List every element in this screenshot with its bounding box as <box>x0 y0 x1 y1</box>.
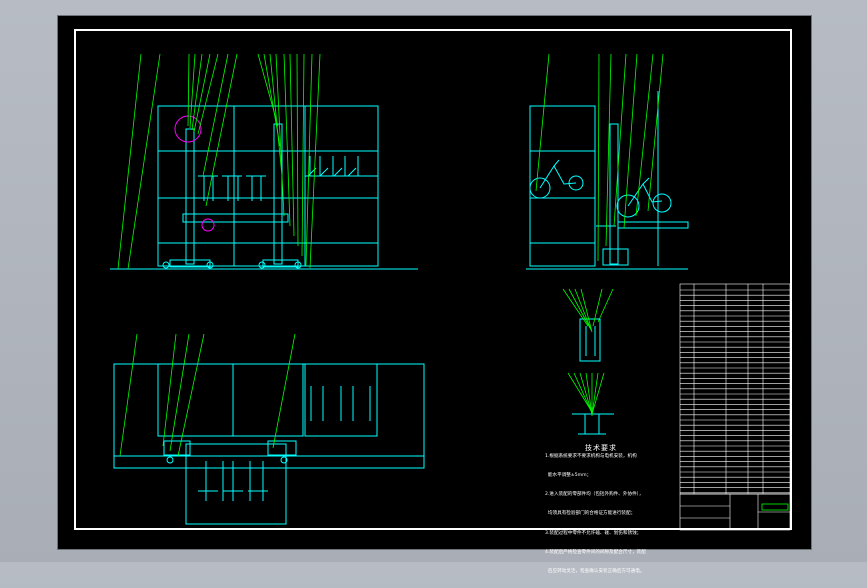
note-line: 后应转动灵活，检查确认安装正确后方可通电。 <box>545 569 645 575</box>
top-view <box>113 363 425 525</box>
technical-requirements-text: 1.根据系统要求不要求机构与电机安装，机构 能水平调整±5mm； 2.进入装配的… <box>545 441 675 588</box>
drawing-canvas <box>110 53 791 531</box>
note-line: 4.装配后严格检查零件间的间隙及配合尺寸，装配 <box>545 549 646 555</box>
note-line: 2.进入装配的零部件均（包括外购件、外协件）， <box>545 492 644 498</box>
front-view <box>110 105 418 270</box>
title-block <box>679 493 791 531</box>
note-line: 能水平调整±5mm； <box>545 473 592 479</box>
detail-views <box>572 318 614 435</box>
note-line: 1.根据系统要求不要求机构与电机安装，机构 <box>545 453 637 459</box>
note-line: 均须具有检验部门的合格证方能进行装配； <box>545 511 636 517</box>
parts-list <box>679 283 791 495</box>
side-view <box>526 91 689 270</box>
cad-drawing-sheet: 技术要求 1.根据系统要求不要求机构与电机安装，机构 能水平调整±5mm； 2.… <box>57 15 812 574</box>
note-line: 3.装配过程中零件不允许磕、碰、划伤和锈蚀； <box>545 530 642 536</box>
front-view-leaders <box>117 53 321 270</box>
